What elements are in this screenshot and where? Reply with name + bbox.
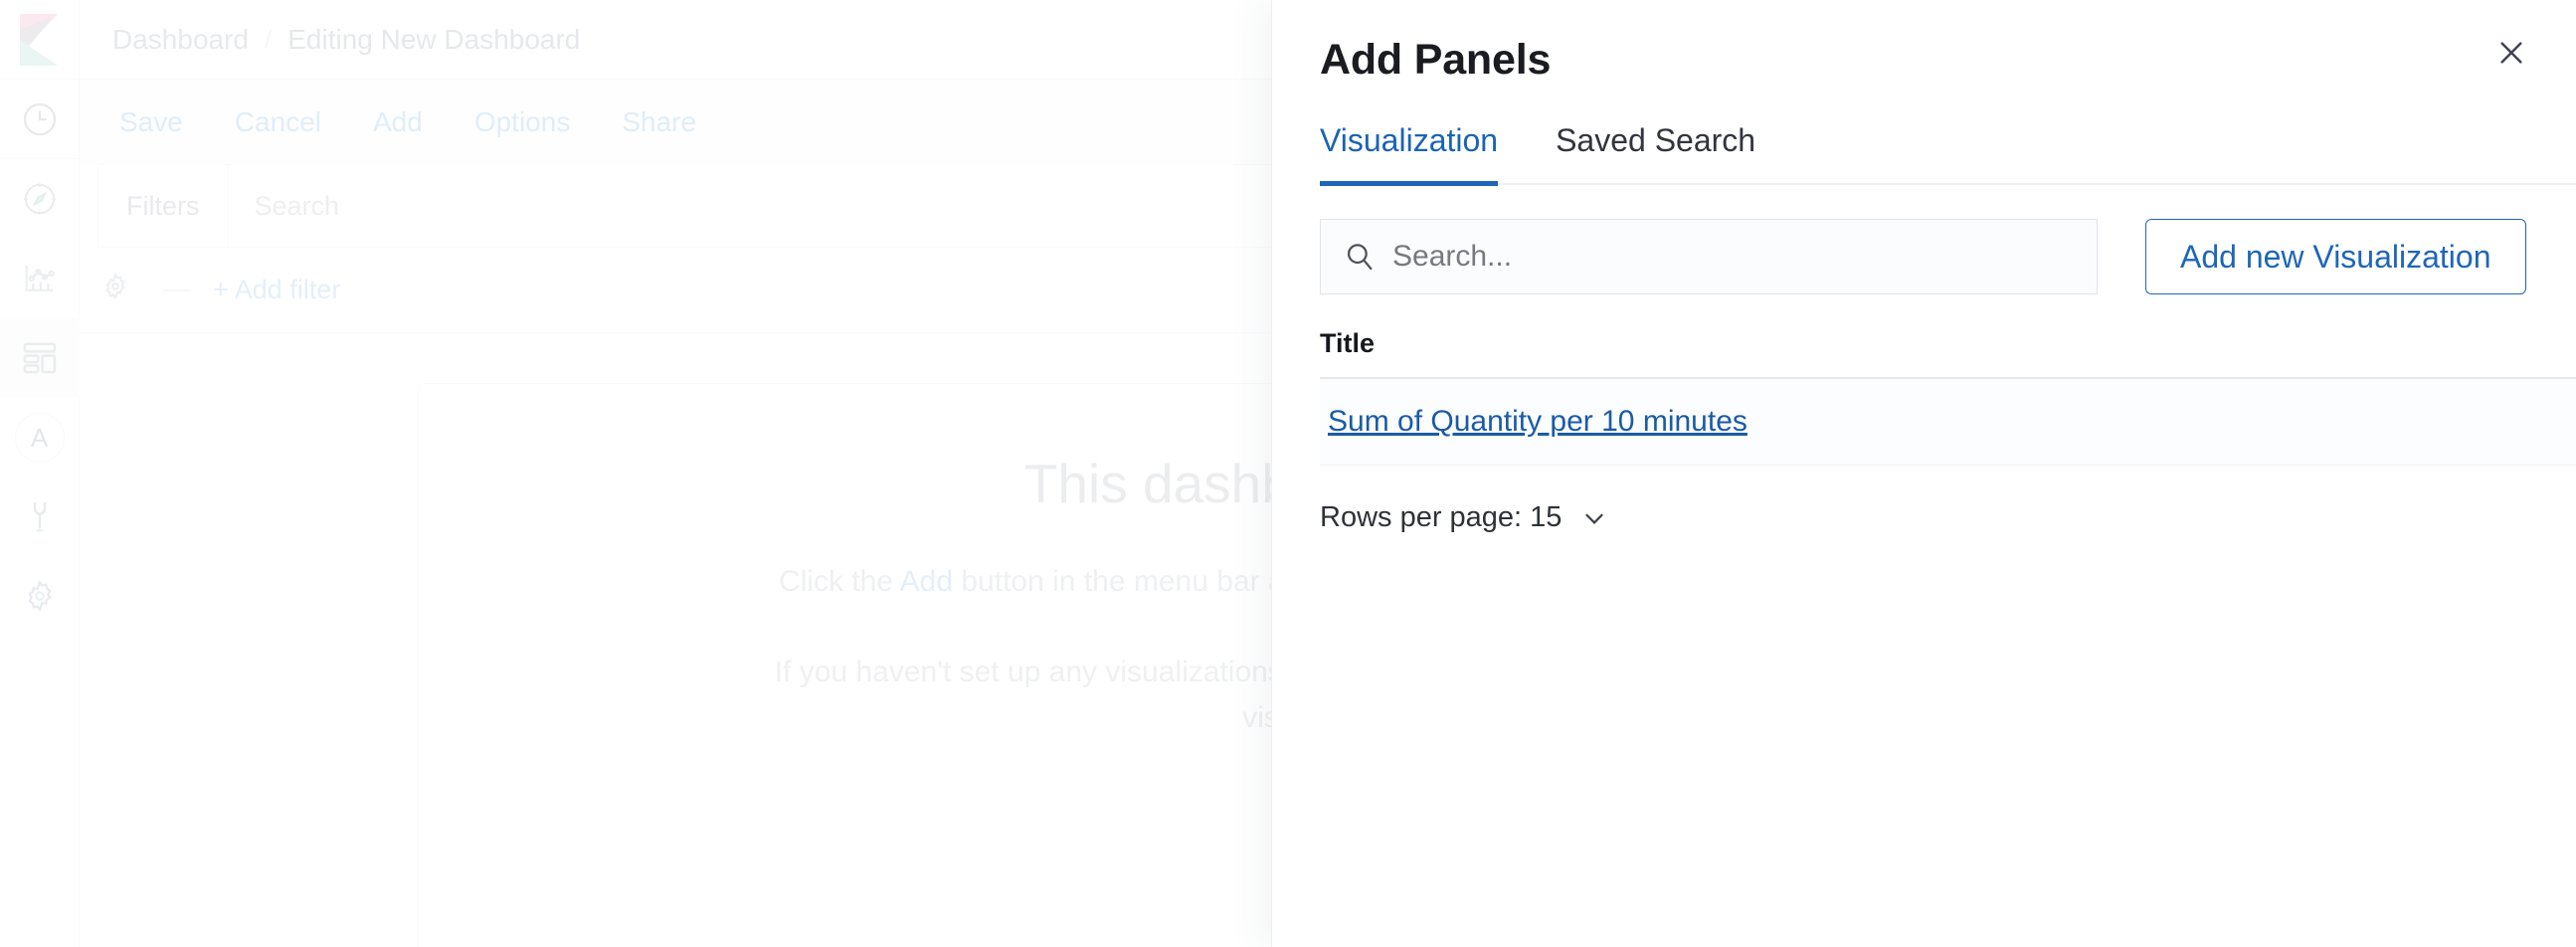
breadcrumb-root[interactable]: Dashboard: [112, 24, 249, 56]
sidebar-item-visualize[interactable]: [0, 239, 80, 318]
sidebar-item-management[interactable]: [0, 557, 80, 637]
add-panels-flyout: Add Panels Visualization Saved Search Ad…: [1271, 0, 2576, 947]
rows-per-page-label: Rows per page: 15: [1320, 501, 1563, 533]
filter-settings-gear-icon[interactable]: [97, 270, 133, 310]
sidebar-item-dashboard[interactable]: [0, 318, 80, 398]
line-chart-icon: [20, 259, 60, 298]
rows-per-page-control[interactable]: Rows per page: 15: [1320, 501, 2576, 534]
flyout-tabs: Visualization Saved Search: [1320, 122, 2576, 186]
menu-item-cancel[interactable]: Cancel: [209, 106, 347, 138]
search-icon: [1343, 240, 1377, 274]
letter-a-icon: A: [14, 413, 65, 463]
empty-state-line1-pre: Click the: [778, 565, 900, 598]
empty-state-add-link[interactable]: Add: [900, 565, 953, 598]
menu-item-add[interactable]: Add: [347, 106, 449, 138]
menu-item-save[interactable]: Save: [93, 106, 209, 138]
chevron-down-icon: [1579, 503, 1609, 533]
flyout-toolbar: Add new Visualization: [1272, 185, 2576, 294]
close-icon: [2495, 37, 2527, 74]
dashboard-grid-icon: [20, 338, 60, 378]
add-new-visualization-button[interactable]: Add new Visualization: [2145, 219, 2526, 294]
compass-icon: [20, 179, 60, 219]
global-nav-sidebar: A: [0, 0, 80, 947]
menu-item-options[interactable]: Options: [449, 106, 597, 138]
menu-item-share[interactable]: Share: [596, 106, 722, 138]
gear-icon: [20, 577, 60, 617]
add-filter-button[interactable]: + Add filter: [213, 275, 340, 305]
sidebar-item-recently-viewed[interactable]: [0, 80, 80, 159]
breadcrumb-separator: /: [264, 24, 273, 54]
sidebar-item-dev-tools[interactable]: [0, 477, 80, 557]
kibana-dashboard-app: A Dashboard / Editing New Dashboard Save…: [0, 0, 2576, 947]
clock-icon: [20, 99, 60, 139]
kibana-logo[interactable]: [0, 0, 80, 80]
sidebar-item-canvas[interactable]: A: [0, 398, 80, 477]
table-row[interactable]: Sum of Quantity per 10 minutes: [1320, 379, 2576, 466]
tab-saved-search[interactable]: Saved Search: [1556, 122, 1755, 186]
wrench-icon: [20, 497, 60, 537]
filters-dropdown[interactable]: Filters: [98, 165, 229, 247]
flyout-title: Add Panels: [1320, 36, 1552, 84]
panel-search-field[interactable]: [1320, 219, 2098, 294]
breadcrumb-current: Editing New Dashboard: [287, 23, 581, 55]
panels-table: Title Sum of Quantity per 10 minutes: [1320, 328, 2576, 466]
tab-visualization[interactable]: Visualization: [1320, 122, 1499, 186]
close-flyout-button[interactable]: [2484, 28, 2538, 82]
sidebar-item-discover[interactable]: [0, 159, 80, 239]
filter-divider: [163, 288, 191, 291]
panel-title-link[interactable]: Sum of Quantity per 10 minutes: [1328, 405, 1748, 438]
panel-search-input[interactable]: [1392, 240, 2097, 274]
table-header-title[interactable]: Title: [1320, 328, 2576, 379]
